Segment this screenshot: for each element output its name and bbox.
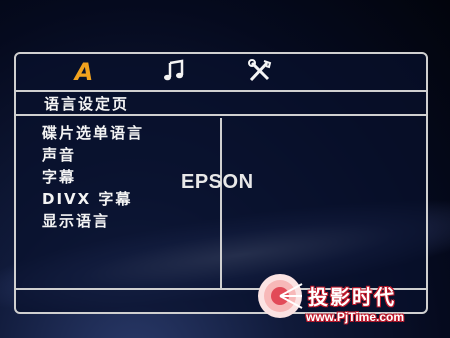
tab-audio[interactable] bbox=[156, 59, 192, 85]
music-note-icon bbox=[164, 59, 184, 81]
menu-item-osd-language[interactable]: 显示语言 bbox=[42, 210, 110, 231]
menu-item-audio[interactable]: 声音 bbox=[42, 144, 76, 165]
options-panel bbox=[222, 118, 426, 288]
menu-item-divx-subtitle[interactable]: DIVX 字幕 bbox=[42, 188, 132, 209]
setup-tab-bar: A bbox=[16, 54, 426, 90]
projected-screen: A 语言设定页 碟片选单语言 声音 字幕 DIVX 字幕 显示语言 EPSON … bbox=[0, 0, 450, 338]
watermark-url: www.PjTime.com bbox=[306, 310, 405, 324]
page-title: 语言设定页 bbox=[44, 95, 130, 113]
tab-language[interactable]: A bbox=[66, 59, 102, 85]
menu-item-subtitle[interactable]: 字幕 bbox=[42, 166, 76, 187]
language-menu-list: 碟片选单语言 声音 字幕 DIVX 字幕 显示语言 bbox=[16, 118, 222, 288]
page-title-bar: 语言设定页 bbox=[16, 90, 426, 116]
brand-logo-epson: EPSON bbox=[181, 171, 254, 193]
menu-item-disc-menu-language[interactable]: 碟片选单语言 bbox=[42, 122, 144, 143]
language-icon: A bbox=[74, 58, 94, 86]
tools-icon bbox=[248, 59, 272, 82]
tab-system[interactable] bbox=[242, 59, 278, 85]
watermark-name: 投影时代 bbox=[308, 285, 396, 309]
watermark-logo bbox=[258, 274, 303, 318]
